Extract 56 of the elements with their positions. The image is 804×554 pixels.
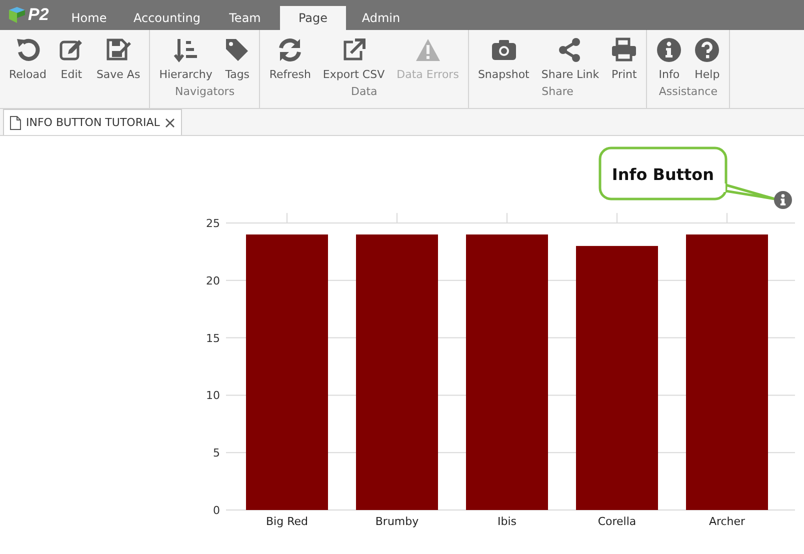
group-label: Data: [351, 85, 378, 98]
x-category-label: Brumby: [375, 515, 419, 528]
ribbon-button[interactable]: Edit: [53, 30, 90, 81]
nav-tab[interactable]: Admin: [348, 6, 414, 30]
info-icon[interactable]: [774, 191, 792, 209]
tab-title: INFO BUTTON TUTORIAL: [26, 116, 160, 129]
ribbon-button[interactable]: Share Link: [536, 30, 604, 81]
x-category-label: Corella: [598, 515, 636, 528]
save-as-icon: [105, 37, 132, 63]
ribbon-button[interactable]: Snapshot: [472, 30, 534, 81]
ribbon-button[interactable]: Reload: [4, 30, 52, 81]
print-icon: [611, 37, 638, 63]
tag-icon: [224, 37, 250, 63]
ribbon-button[interactable]: Export CSV: [318, 30, 390, 81]
nav-tab[interactable]: Team: [212, 6, 278, 30]
refresh-icon: [277, 37, 304, 63]
info-icon: [656, 37, 682, 63]
tick-mark: [396, 212, 398, 224]
document-icon: [10, 116, 21, 130]
ribbon-button[interactable]: Help: [689, 30, 726, 81]
ribbon-button[interactable]: Save As: [91, 30, 146, 81]
y-tick-label: 10: [206, 389, 220, 402]
ribbon-button[interactable]: Refresh: [264, 30, 316, 81]
group-label: Share: [542, 85, 574, 98]
group-label: Assistance: [658, 85, 718, 98]
nav-tab[interactable]: Home: [56, 6, 122, 30]
tick-mark: [616, 212, 618, 224]
callout-text: Info Button: [612, 165, 714, 184]
help-icon: [694, 37, 720, 63]
reload-icon: [14, 37, 41, 63]
x-category-label: Big Red: [266, 515, 308, 528]
tick-mark: [506, 212, 508, 224]
x-category-label: Archer: [708, 515, 746, 528]
ribbon-button[interactable]: Tags: [219, 30, 256, 81]
ribbon-button[interactable]: Info: [651, 30, 688, 81]
tick-mark: [726, 212, 728, 224]
close-icon[interactable]: [164, 118, 175, 128]
group-label: Navigators: [175, 85, 235, 98]
hierarchy-icon: [172, 37, 199, 63]
y-tick-label: 20: [206, 274, 220, 288]
y-tick-label: 25: [206, 217, 220, 230]
tick-mark: [286, 212, 288, 224]
x-category-label: Ibis: [498, 515, 516, 528]
logo-text: P2: [28, 5, 49, 25]
y-tick-label: 0: [213, 504, 220, 517]
ribbon-button[interactable]: Print: [606, 30, 642, 81]
edit-icon: [58, 37, 84, 63]
logo-icon: [8, 6, 26, 24]
warning-icon: [414, 37, 441, 63]
y-tick-label: 5: [213, 446, 220, 460]
ribbon-button[interactable]: Hierarchy: [154, 30, 218, 81]
camera-icon: [490, 37, 517, 63]
nav-tab[interactable]: Accounting: [124, 6, 210, 30]
document-tab[interactable]: INFO BUTTON TUTORIAL: [3, 109, 182, 135]
y-tick-label: 15: [206, 332, 220, 345]
nav-tab[interactable]: Page: [280, 6, 346, 30]
